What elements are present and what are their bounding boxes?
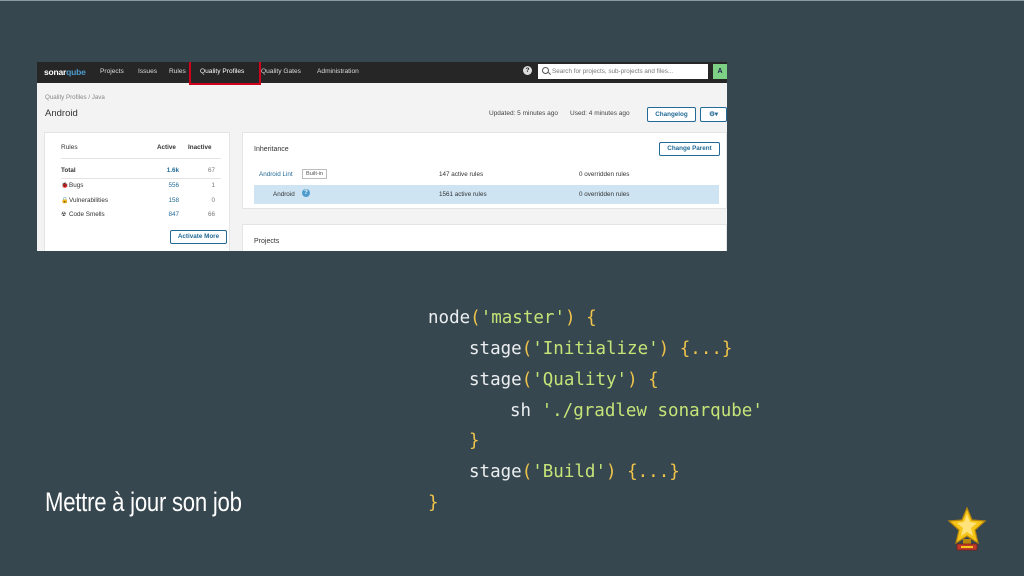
rules-row-code-smells: ☢ Code Smells bbox=[61, 211, 105, 218]
sonarqube-screenshot: sonarqube Projects Issues Rules Quality … bbox=[37, 62, 727, 251]
change-parent-button[interactable]: Change Parent bbox=[659, 142, 720, 156]
code-token: 'Build' bbox=[532, 462, 606, 482]
radiation-icon: ☢ bbox=[61, 212, 67, 218]
code-token: ( bbox=[521, 462, 533, 482]
nav-issues[interactable]: Issues bbox=[138, 68, 157, 75]
rules-row-label: Code Smells bbox=[69, 211, 105, 218]
code-token: ) bbox=[565, 308, 576, 328]
rules-active-count[interactable]: 158 bbox=[159, 197, 179, 204]
built-in-badge: Built-in bbox=[302, 169, 328, 179]
code-token: ( bbox=[521, 370, 533, 390]
rules-active-count[interactable]: 1.6k bbox=[159, 167, 179, 174]
inheritance-row[interactable]: Android Lint Built-in 147 active rules 0… bbox=[254, 165, 719, 184]
trophy-icon bbox=[947, 506, 987, 551]
breadcrumb[interactable]: Quality Profiles / Java bbox=[45, 94, 105, 101]
code-token: {...} bbox=[616, 462, 680, 482]
code-line: stage('Build') {...} bbox=[469, 462, 680, 482]
help-icon[interactable]: ? bbox=[523, 66, 532, 75]
rules-row-bugs: 🐞Bugs bbox=[61, 182, 83, 189]
updated-text: Updated: 5 minutes ago bbox=[489, 110, 559, 117]
rules-divider bbox=[61, 178, 221, 179]
code-token: node bbox=[428, 308, 471, 328]
code-token: 'master' bbox=[480, 308, 565, 328]
rules-divider bbox=[61, 158, 221, 159]
code-token: ) bbox=[627, 370, 638, 390]
inheritance-heading: Inheritance bbox=[254, 146, 289, 153]
profile-link[interactable]: Android Lint bbox=[259, 171, 293, 178]
used-text: Used: 4 minutes ago bbox=[570, 110, 630, 117]
rules-row-label: Total bbox=[61, 167, 76, 174]
nav-rules[interactable]: Rules bbox=[169, 68, 186, 75]
code-token: './gradlew sonarqube' bbox=[541, 401, 763, 421]
code-line: sh './gradlew sonarqube' bbox=[510, 401, 763, 421]
code-token: 'Quality' bbox=[532, 370, 628, 390]
nav-administration[interactable]: Administration bbox=[317, 68, 359, 75]
active-rules-count: 147 active rules bbox=[439, 171, 484, 178]
top-divider bbox=[0, 0, 1024, 1]
changelog-button[interactable]: Changelog bbox=[647, 107, 696, 122]
rules-inactive-count[interactable]: 67 bbox=[195, 167, 215, 174]
lock-icon: 🔒 bbox=[61, 198, 69, 204]
profile-name: Android bbox=[273, 191, 295, 198]
code-token: stage bbox=[469, 370, 522, 390]
code-token: 'Initialize' bbox=[532, 339, 659, 359]
overridden-rules-count: 0 overridden rules bbox=[579, 191, 630, 198]
code-token: { bbox=[575, 308, 597, 328]
search-placeholder: Search for projects, sub-projects and fi… bbox=[552, 67, 674, 75]
code-token: { bbox=[637, 370, 659, 390]
overridden-rules-count: 0 overridden rules bbox=[579, 171, 630, 178]
gear-menu-button[interactable]: ⚙▾ bbox=[700, 107, 727, 122]
rules-card: Rules Active Inactive Total 1.6k 67 🐞Bug… bbox=[44, 132, 230, 251]
code-line: } bbox=[428, 493, 439, 513]
rules-row-label: Vulnerabilities bbox=[69, 197, 108, 204]
highlight-box bbox=[189, 62, 261, 85]
code-token: stage bbox=[469, 462, 522, 482]
sonarqube-logo[interactable]: sonarqube bbox=[44, 67, 86, 77]
col-inactive: Inactive bbox=[188, 144, 212, 151]
user-avatar[interactable]: A bbox=[713, 64, 727, 79]
inheritance-row-selected[interactable]: Android ? 1561 active rules 0 overridden… bbox=[254, 185, 719, 204]
active-rules-count: 1561 active rules bbox=[439, 191, 487, 198]
activate-more-button[interactable]: Activate More bbox=[170, 230, 227, 244]
code-token: sh bbox=[510, 401, 542, 421]
search-icon bbox=[542, 67, 549, 74]
slide-caption: Mettre à jour son job bbox=[45, 487, 242, 517]
code-token: ( bbox=[521, 339, 533, 359]
code-token: {...} bbox=[669, 339, 733, 359]
code-token: stage bbox=[469, 339, 522, 359]
help-icon[interactable]: ? bbox=[302, 189, 310, 197]
code-line: stage('Quality') { bbox=[469, 370, 659, 390]
rules-inactive-count[interactable]: 1 bbox=[195, 182, 215, 189]
code-line: } bbox=[469, 431, 480, 451]
top-navbar: sonarqube Projects Issues Rules Quality … bbox=[37, 62, 727, 83]
page-title: Android bbox=[45, 108, 78, 119]
nav-quality-gates[interactable]: Quality Gates bbox=[261, 68, 301, 75]
rules-row-label: Bugs bbox=[69, 182, 84, 189]
rules-active-count[interactable]: 556 bbox=[159, 182, 179, 189]
rules-inactive-count[interactable]: 0 bbox=[195, 197, 215, 204]
rules-row-vulnerabilities: 🔒Vulnerabilities bbox=[61, 197, 108, 204]
rules-heading: Rules bbox=[61, 144, 78, 151]
rules-inactive-count[interactable]: 66 bbox=[195, 211, 215, 218]
code-token: ) bbox=[658, 339, 670, 359]
projects-card: Projects bbox=[242, 224, 727, 251]
rules-active-count[interactable]: 847 bbox=[159, 211, 179, 218]
code-token: ) bbox=[606, 462, 617, 482]
search-input[interactable]: Search for projects, sub-projects and fi… bbox=[538, 64, 708, 79]
code-line: stage('Initialize') {...} bbox=[469, 339, 732, 359]
inheritance-card: Inheritance Change Parent Android Lint B… bbox=[242, 132, 727, 209]
nav-projects[interactable]: Projects bbox=[100, 68, 124, 75]
projects-heading: Projects bbox=[254, 238, 280, 245]
code-token: ( bbox=[470, 308, 481, 328]
code-line: node('master') { bbox=[428, 308, 597, 328]
bug-icon: 🐞 bbox=[61, 183, 69, 189]
col-active: Active bbox=[157, 144, 176, 151]
